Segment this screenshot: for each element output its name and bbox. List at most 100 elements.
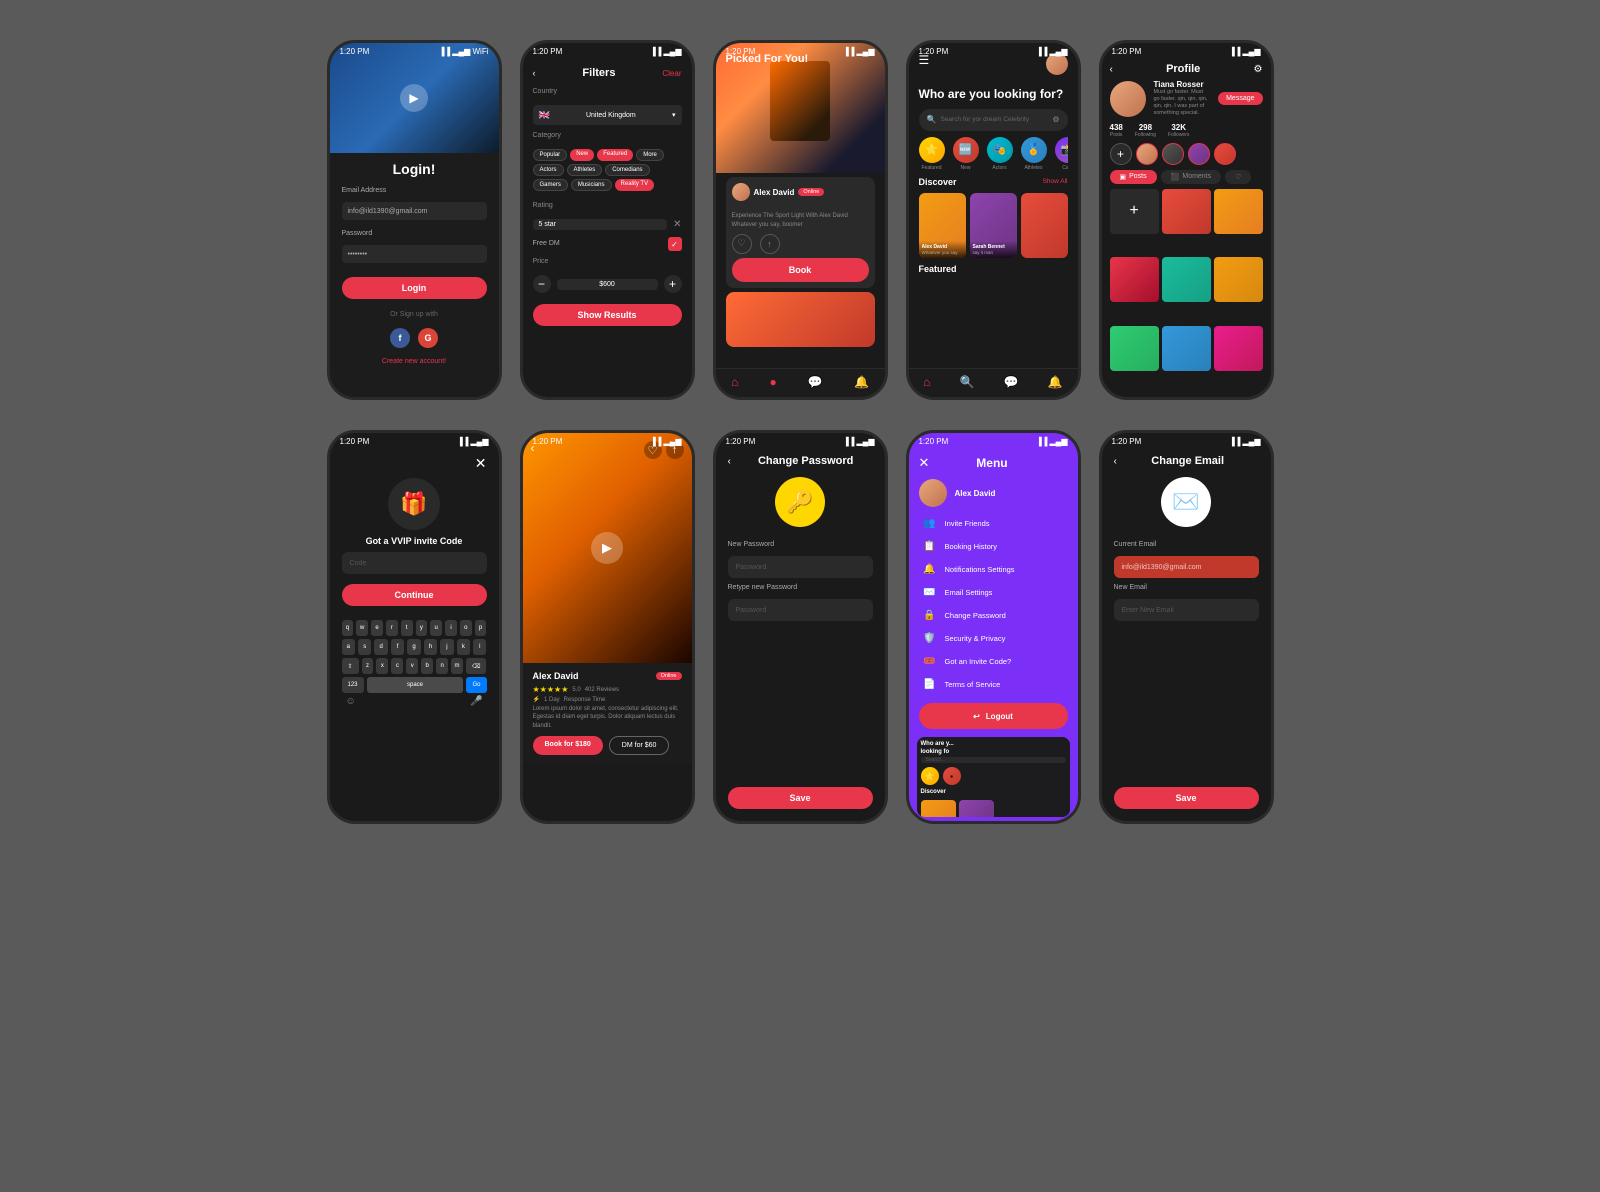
free-dm-checkbox[interactable]: ✓: [668, 237, 682, 251]
story-3[interactable]: [1188, 143, 1210, 165]
menu-item-notifications[interactable]: 🔔 Notifications Settings: [917, 559, 1070, 580]
key-n[interactable]: n: [436, 658, 448, 674]
menu-item-email[interactable]: ✉️ Email Settings: [917, 582, 1070, 603]
add-story-btn[interactable]: +: [1110, 143, 1132, 165]
key-d[interactable]: d: [374, 639, 387, 655]
key-y[interactable]: y: [416, 620, 428, 636]
menu-item-booking[interactable]: 📋 Booking History: [917, 536, 1070, 557]
story-4[interactable]: [1214, 143, 1236, 165]
chpwd-back-icon[interactable]: ‹: [728, 456, 731, 467]
show-all-link[interactable]: Show All: [1043, 178, 1068, 185]
share-icon[interactable]: ↑: [760, 234, 780, 254]
close-button[interactable]: ✕: [475, 455, 487, 472]
menu-item-terms[interactable]: 📄 Terms of Service: [917, 674, 1070, 695]
menu-item-invite[interactable]: 👥 Invite Friends: [917, 513, 1070, 534]
login-button[interactable]: Login: [342, 277, 487, 299]
continue-button[interactable]: Continue: [342, 584, 487, 606]
mic-icon[interactable]: 🎤: [470, 696, 482, 707]
key-r[interactable]: r: [386, 620, 398, 636]
show-results-button[interactable]: Show Results: [533, 304, 682, 326]
tag-athletes[interactable]: Athletes: [567, 164, 603, 176]
key-backspace[interactable]: ⌫: [466, 658, 486, 674]
moments-tab[interactable]: ⬛ Moments: [1161, 170, 1222, 184]
filter-back-btn[interactable]: ‹: [533, 68, 536, 78]
tag-musicians[interactable]: Musicians: [571, 179, 612, 191]
photo-8[interactable]: [1162, 326, 1211, 371]
tag-popular[interactable]: Popular: [533, 149, 568, 161]
search-nav-icon[interactable]: ●: [769, 375, 776, 389]
key-b[interactable]: b: [421, 658, 433, 674]
tag-more[interactable]: More: [636, 149, 664, 161]
key-g[interactable]: g: [407, 639, 420, 655]
key-x[interactable]: x: [376, 658, 388, 674]
posts-tab[interactable]: ▣ Posts: [1110, 170, 1157, 184]
key-i[interactable]: i: [445, 620, 457, 636]
key-t[interactable]: t: [401, 620, 413, 636]
photo-9[interactable]: [1214, 326, 1263, 371]
menu-item-password[interactable]: 🔒 Change Password: [917, 605, 1070, 626]
rating-value[interactable]: 5 star: [533, 219, 668, 230]
logout-button[interactable]: ↩ Logout: [919, 703, 1068, 729]
tag-new[interactable]: New: [570, 149, 594, 161]
country-select[interactable]: 🇬🇧 United Kingdom ▾: [533, 105, 682, 125]
cat-featured[interactable]: ⭐ Featured: [919, 137, 945, 171]
emoji-icon[interactable]: ☺: [346, 696, 356, 707]
key-e[interactable]: e: [371, 620, 383, 636]
facebook-button[interactable]: f: [390, 328, 410, 348]
tag-comedians[interactable]: Comedians: [605, 164, 649, 176]
discover-card-2[interactable]: Sarah Bennet say it man: [970, 193, 1017, 258]
key-j[interactable]: j: [440, 639, 453, 655]
profile-settings-icon[interactable]: ⚙: [1254, 64, 1263, 75]
cat-cam[interactable]: 📸 Cam: [1055, 137, 1068, 171]
cat-athletes[interactable]: 🏅 Athletes: [1021, 137, 1047, 171]
search-nav-icon-2[interactable]: 🔍: [960, 375, 975, 389]
heart-tab[interactable]: ♡: [1225, 170, 1251, 184]
bell-nav-icon[interactable]: 🔔: [854, 375, 869, 389]
key-q[interactable]: q: [342, 620, 354, 636]
key-o[interactable]: o: [460, 620, 472, 636]
key-p[interactable]: p: [475, 620, 487, 636]
key-return[interactable]: Go: [466, 677, 486, 693]
key-v[interactable]: v: [406, 658, 418, 674]
key-u[interactable]: u: [430, 620, 442, 636]
key-m[interactable]: m: [451, 658, 463, 674]
save-email-btn[interactable]: Save: [1114, 787, 1259, 809]
message-button[interactable]: Message: [1218, 92, 1262, 105]
chat-nav-icon[interactable]: 💬: [808, 375, 823, 389]
key-a[interactable]: a: [342, 639, 355, 655]
discover-card-3[interactable]: [1021, 193, 1068, 258]
retype-input[interactable]: Password: [728, 599, 873, 621]
key-z[interactable]: z: [362, 658, 374, 674]
book-price-btn[interactable]: Book for $180: [533, 736, 603, 755]
detail-play-btn[interactable]: ▶: [591, 532, 623, 564]
add-photo-btn[interactable]: +: [1110, 189, 1159, 234]
photo-7[interactable]: [1110, 326, 1159, 371]
rating-close-icon[interactable]: ✕: [673, 219, 681, 230]
tag-actors[interactable]: Actors: [533, 164, 564, 176]
tag-gamers[interactable]: Gamers: [533, 179, 568, 191]
password-input[interactable]: ••••••••: [342, 245, 487, 263]
email-input[interactable]: info@ild1390@gmail.com: [342, 202, 487, 220]
current-email-input[interactable]: info@ild1390@gmail.com: [1114, 556, 1259, 578]
chat-nav-icon-2[interactable]: 💬: [1004, 375, 1019, 389]
home-nav-icon-2[interactable]: ⌂: [923, 375, 930, 389]
home-nav-icon[interactable]: ⌂: [731, 375, 738, 389]
dm-price-btn[interactable]: DM for $60: [609, 736, 670, 755]
menu-item-invite-code[interactable]: 🎟️ Got an Invite Code?: [917, 651, 1070, 672]
discover-card-1[interactable]: Alex David Whatever you say: [919, 193, 966, 258]
key-s[interactable]: s: [358, 639, 371, 655]
photo-5[interactable]: [1162, 257, 1211, 302]
key-space[interactable]: space: [367, 677, 464, 693]
cat-new[interactable]: 🆕 New: [953, 137, 979, 171]
new-pwd-input[interactable]: Password: [728, 556, 873, 578]
key-f[interactable]: f: [391, 639, 404, 655]
code-input[interactable]: Code: [342, 552, 487, 574]
story-2[interactable]: [1162, 143, 1184, 165]
heart-icon[interactable]: ♡: [732, 234, 752, 254]
search-bar[interactable]: 🔍 Search for yor dream Celebrity ⚙: [919, 109, 1068, 131]
price-minus-btn[interactable]: −: [533, 275, 551, 293]
photo-4[interactable]: [1110, 257, 1159, 302]
photo-2[interactable]: [1162, 189, 1211, 234]
key-w[interactable]: w: [356, 620, 368, 636]
story-1[interactable]: [1136, 143, 1158, 165]
